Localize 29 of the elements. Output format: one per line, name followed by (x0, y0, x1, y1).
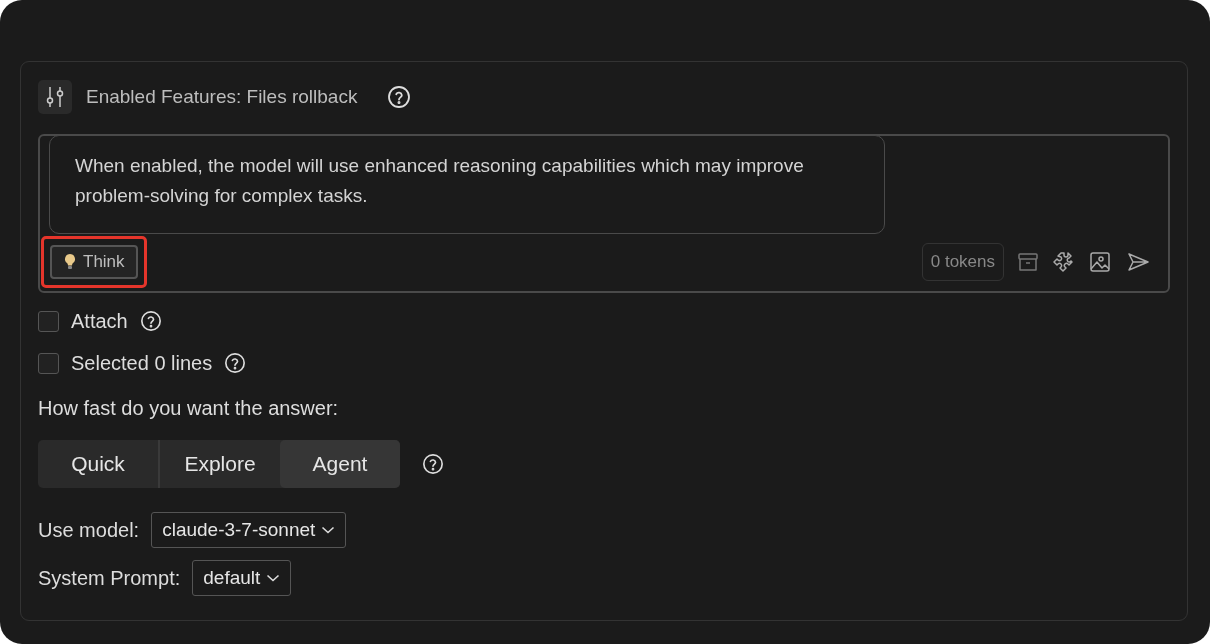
option-label: Attach (71, 309, 128, 333)
chevron-down-icon (321, 525, 336, 535)
speed-question: How fast do you want the answer: (38, 397, 340, 420)
enabled-features-label: Enabled Features: Files rollback (86, 86, 358, 108)
checkbox[interactable] (38, 310, 59, 332)
help-icon[interactable] (224, 352, 247, 374)
checkbox[interactable] (38, 352, 59, 374)
settings-sliders-button[interactable] (38, 80, 72, 114)
chevron-down-icon (266, 573, 281, 583)
option-label: Selected 0 lines (71, 351, 213, 375)
sliders-icon (45, 86, 65, 108)
lightbulb-icon (64, 253, 76, 271)
puzzle-icon[interactable] (1052, 250, 1076, 274)
token-count: 0 tokens (921, 243, 1004, 281)
mode-tab[interactable]: Explore (160, 440, 280, 488)
help-icon[interactable] (422, 453, 444, 475)
help-icon[interactable] (387, 85, 412, 109)
think-button[interactable]: Think (50, 245, 138, 279)
system-prompt-dropdown[interactable]: default (192, 560, 292, 596)
image-icon[interactable] (1088, 250, 1112, 274)
mode-tab[interactable]: Quick (38, 440, 160, 488)
mode-tab[interactable]: Agent (280, 440, 400, 488)
model-dropdown[interactable]: claude-3-7-sonnet (151, 512, 347, 548)
tooltip-text: When enabled, the model will use enhanced reasoning capabilities which may improve problem-solving for complex tasks. (49, 135, 885, 234)
help-icon[interactable] (139, 310, 162, 332)
box-icon[interactable] (1016, 250, 1040, 274)
system-prompt-label: System Prompt: (38, 566, 181, 590)
message-composer[interactable]: When enabled, the model will use enhanced reasoning capabilities which may improve problem-solving for complex tasks. Think 0 tokens (38, 134, 1170, 293)
model-label: Use model: (38, 518, 140, 542)
